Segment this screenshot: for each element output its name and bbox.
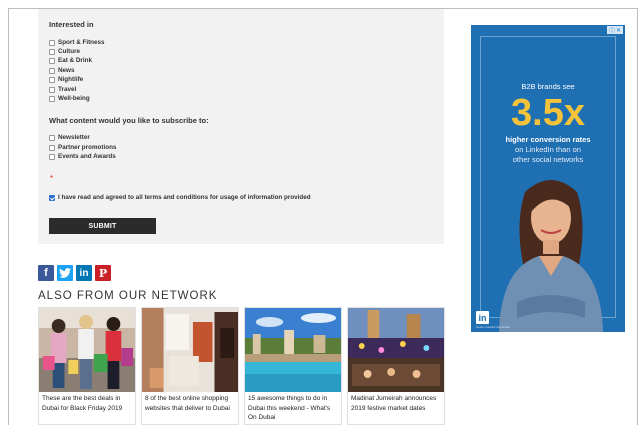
interest-option-culture[interactable]: Culture [49, 47, 80, 56]
ad-lead-text: B2B brands see [521, 82, 575, 91]
interest-option-travel[interactable]: Travel [49, 85, 76, 94]
subscription-option-partner-promotions[interactable]: Partner promotions [49, 143, 116, 152]
interest-option-well-being[interactable]: Well-being [49, 94, 90, 103]
interested-title: Interested in [49, 20, 94, 29]
subscribe-title: What content would you like to subscribe… [49, 116, 209, 125]
online-shopping-image [142, 308, 238, 392]
ad-close-icon: ✕ [615, 27, 622, 34]
interest-option-news[interactable]: News [49, 66, 74, 75]
network-card-online-shopping[interactable]: 8 of the best online shopping websites t… [141, 307, 239, 425]
linkedin-logo-icon: in [476, 311, 489, 324]
interest-option-sport[interactable]: Sport & Fitness [49, 38, 105, 47]
network-card-festive-market[interactable]: Madinat Jumeirah announces 2019 festive … [347, 307, 445, 425]
twitter-bird-icon [59, 268, 71, 278]
network-section-title: ALSO FROM OUR NETWORK [38, 290, 218, 302]
checkbox[interactable] [49, 67, 55, 74]
linkedin-icon[interactable]: in [76, 265, 92, 281]
pinterest-icon[interactable]: P [95, 265, 111, 281]
subscription-option-events-awards[interactable]: Events and Awards [49, 152, 116, 161]
checkbox[interactable] [49, 57, 55, 64]
terms-agreement[interactable]: I have read and agreed to all terms and … [49, 193, 311, 202]
network-card-black-friday[interactable]: These are the best deals in Dubai for Bl… [38, 307, 136, 425]
submit-button[interactable]: SUBMIT [49, 218, 156, 234]
linkedin-advertisement[interactable]: ⓘ ✕ B2B brands see 3.5x higher conversion… [471, 25, 625, 332]
checkbox[interactable] [49, 76, 55, 83]
checkbox[interactable] [49, 134, 55, 141]
ad-fine-print: Source: LinkedIn Internal Data [476, 326, 510, 329]
interest-option-eat-drink[interactable]: Eat & Drink [49, 56, 92, 65]
checkbox-checked[interactable] [49, 194, 55, 201]
facebook-icon[interactable]: f [38, 265, 54, 281]
card-caption: These are the best deals in Dubai for Bl… [42, 395, 123, 412]
checkbox[interactable] [49, 48, 55, 55]
ad-subtext: on LinkedIn than on other social network… [512, 145, 584, 164]
checkbox[interactable] [49, 95, 55, 102]
ad-choices-icon[interactable]: ⓘ ✕ [607, 26, 623, 35]
checkbox[interactable] [49, 153, 55, 160]
twitter-icon[interactable] [57, 265, 73, 281]
checkbox[interactable] [49, 39, 55, 46]
ad-headline-number: 3.5x [511, 92, 585, 134]
subscription-option-newsletter[interactable]: Newsletter [49, 133, 90, 142]
card-caption: 8 of the best online shopping websites t… [145, 395, 230, 412]
required-marker: * [50, 174, 54, 183]
shopping-women-image [39, 308, 135, 392]
subscription-form: Interested in Sport & Fitness Culture Ea… [38, 9, 444, 244]
ad-info-icon: ⓘ [608, 28, 615, 35]
card-caption: Madinat Jumeirah announces 2019 festive … [351, 395, 437, 412]
interest-option-nightlife[interactable]: Nightlife [49, 75, 83, 84]
ad-strong-text: higher conversion rates [505, 135, 591, 144]
festive-market-image [348, 308, 444, 392]
checkbox[interactable] [49, 86, 55, 93]
smiling-woman-image [499, 180, 603, 332]
card-caption: 15 awesome things to do in Dubai this we… [248, 395, 331, 421]
network-card-things-to-do[interactable]: 15 awesome things to do in Dubai this we… [244, 307, 342, 425]
resort-pool-image [245, 308, 341, 392]
checkbox[interactable] [49, 144, 55, 151]
